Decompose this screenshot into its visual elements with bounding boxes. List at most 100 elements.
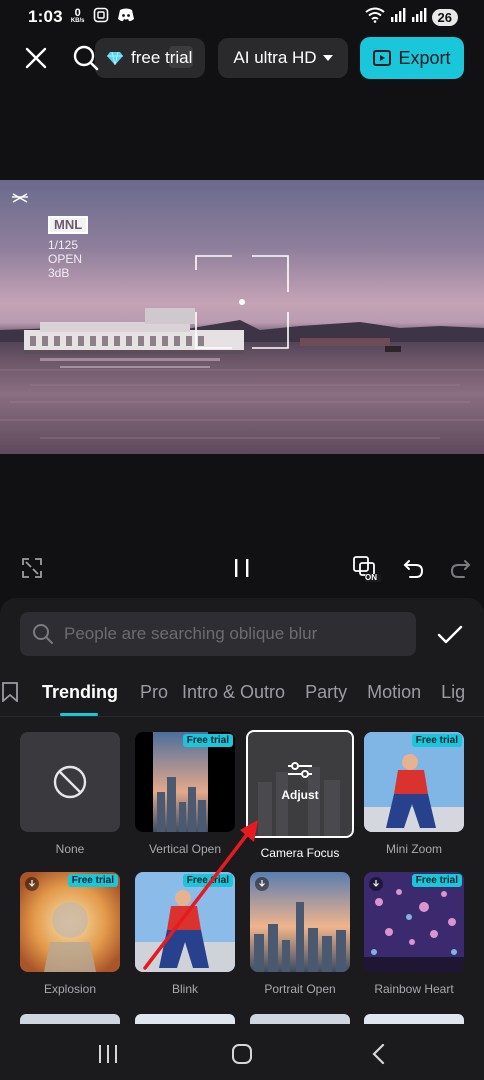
tab-favorites[interactable] — [0, 682, 30, 702]
status-bar: 1:03 0 KB/s 26 — [0, 0, 484, 34]
effect-thumbnail: Free trial — [20, 872, 120, 972]
effects-search[interactable] — [20, 612, 416, 656]
tab-pro[interactable]: Pro — [140, 682, 168, 703]
no-effect-icon — [53, 765, 87, 799]
screenshot-icon — [93, 7, 109, 28]
pause-button[interactable] — [228, 554, 256, 582]
export-icon — [373, 50, 392, 66]
pause-icon — [235, 559, 249, 577]
effects-tabs: Trending Pro Intro & Outro Party Motion … — [0, 670, 484, 714]
export-button[interactable]: Export — [360, 37, 464, 79]
tab-motion[interactable]: Motion — [367, 682, 421, 703]
tab-trending[interactable]: Trending — [42, 682, 118, 703]
tab-party[interactable]: Party — [305, 682, 347, 703]
recent-apps-button[interactable] — [88, 1038, 128, 1070]
overlay-line-shutter: 1/125 — [48, 238, 79, 252]
free-trial-badge: Free trial — [182, 874, 233, 887]
mnl-badge: MNL — [48, 216, 89, 234]
home-button[interactable] — [222, 1038, 262, 1070]
resolution-dropdown[interactable]: AI ultra HD — [218, 38, 348, 78]
download-icon — [255, 877, 269, 891]
effect-explosion[interactable]: Free trial Explosion — [20, 872, 120, 996]
effect-thumbnail — [250, 872, 350, 972]
free-trial-button[interactable]: free trial — [95, 38, 205, 78]
back-icon — [372, 1043, 385, 1065]
fullscreen-icon — [22, 558, 42, 578]
redo-button[interactable] — [446, 554, 474, 582]
search-button[interactable] — [70, 42, 102, 74]
signal-icon-2 — [411, 7, 427, 27]
fullscreen-button[interactable] — [18, 554, 46, 582]
undo-icon — [403, 560, 424, 578]
system-nav-bar — [0, 1028, 484, 1080]
playback-controls: ON — [0, 548, 484, 588]
overlay-line-db: 3dB — [48, 266, 70, 280]
effect-thumbnail — [20, 732, 120, 832]
network-speed: 0 KB/s — [70, 7, 85, 25]
effect-label: Rainbow Heart — [374, 982, 454, 996]
tab-lighting[interactable]: Lig — [441, 682, 465, 703]
download-icon — [25, 877, 39, 891]
download-icon — [369, 877, 383, 891]
effect-thumbnail: Free trial — [364, 732, 464, 832]
effect-none[interactable]: None — [20, 732, 120, 856]
effect-label: Camera Focus — [260, 846, 340, 860]
effect-thumbnail: Free trial — [364, 872, 464, 972]
effect-thumbnail: Free trial — [135, 872, 235, 972]
effect-thumbnail-partial — [364, 1014, 464, 1024]
free-trial-badge: Free trial — [411, 874, 462, 887]
checkmark-icon — [437, 625, 463, 644]
effect-mini-zoom[interactable]: Free trial Mini Zoom — [364, 732, 464, 856]
camera-overlay-text: MNL 1/125 OPEN 3dB — [48, 216, 89, 280]
effect-thumbnail-partial — [135, 1014, 235, 1024]
search-icon — [33, 624, 53, 644]
adjust-label: Adjust — [281, 788, 319, 802]
recent-apps-icon — [99, 1045, 117, 1063]
effect-thumbnail-selected: Adjust — [246, 730, 354, 838]
back-button[interactable] — [358, 1038, 398, 1070]
free-trial-label: free trial — [131, 48, 193, 67]
effect-label: Portrait Open — [264, 982, 336, 996]
ship-illustration — [24, 308, 244, 354]
effect-rainbow-heart[interactable]: Free trial Rainbow Heart — [364, 872, 464, 996]
editor-top-bar: free trial AI ultra HD Export — [0, 34, 484, 82]
free-trial-badge: Free trial — [411, 734, 462, 747]
effect-label: Explosion — [43, 982, 97, 996]
battery-indicator: 26 — [431, 8, 458, 26]
effects-search-input[interactable] — [64, 624, 394, 644]
overlay-line-open: OPEN — [48, 252, 83, 266]
effects-panel: Trending Pro Intro & Outro Party Motion … — [0, 598, 484, 1028]
effect-vertical-open[interactable]: Free trial Vertical Open — [135, 732, 235, 856]
effect-label: Vertical Open — [148, 842, 222, 856]
caret-down-icon — [322, 55, 333, 61]
effect-thumbnail-partial — [250, 1014, 350, 1024]
on-badge: ON — [365, 573, 377, 582]
redo-icon — [450, 560, 471, 578]
divider — [0, 716, 484, 717]
capcut-watermark-icon — [12, 193, 28, 203]
focus-point-icon — [239, 299, 245, 305]
wifi-icon — [364, 7, 385, 28]
undo-button[interactable] — [400, 554, 428, 582]
discord-icon — [117, 8, 135, 27]
compare-toggle[interactable]: ON — [350, 554, 384, 582]
effect-label: None — [55, 842, 85, 856]
effect-blink[interactable]: Free trial Blink — [135, 872, 235, 996]
diamond-icon — [107, 51, 123, 65]
search-icon — [73, 45, 99, 71]
effect-label: Blink — [171, 982, 198, 996]
export-label: Export — [398, 47, 451, 68]
signal-icon — [390, 7, 406, 27]
tab-intro-outro[interactable]: Intro & Outro — [182, 682, 285, 703]
effect-label: Mini Zoom — [385, 842, 442, 856]
close-icon — [25, 47, 47, 69]
confirm-button[interactable] — [434, 620, 466, 650]
effect-thumbnail-partial — [20, 1014, 120, 1024]
home-icon — [232, 1044, 252, 1064]
effect-camera-focus[interactable]: Adjust Camera Focus — [246, 730, 354, 860]
effect-thumbnail: Free trial — [135, 732, 235, 832]
free-trial-badge: Free trial — [67, 874, 118, 887]
close-button[interactable] — [20, 42, 52, 74]
free-trial-badge: Free trial — [182, 734, 233, 747]
effect-portrait-open[interactable]: Portrait Open — [250, 872, 350, 996]
